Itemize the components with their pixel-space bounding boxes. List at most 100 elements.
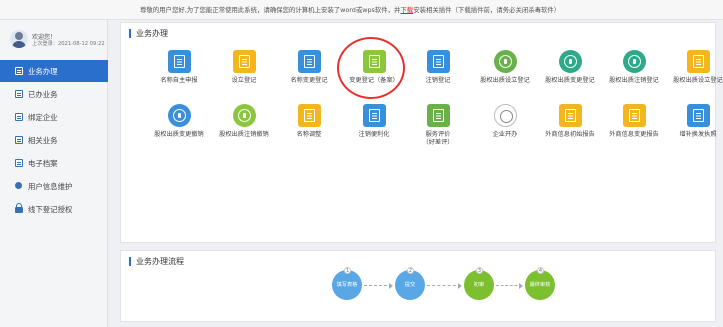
form-edit-icon [297,50,321,73]
doc-icon [15,67,23,75]
tile-label: 外商信息初始报告 [545,131,595,138]
flow-step: 2 提交 [395,267,425,300]
tile-label: 注销便利化 [358,131,390,138]
tile-label: 名称调整 [296,131,322,138]
tile-label: 股权出质变更登记 [545,77,595,84]
doc-icon [15,113,23,121]
flow-arrow [364,282,393,289]
list-icon [686,50,710,73]
business-tile[interactable]: 股权出质变更登记 [535,50,605,102]
business-tile[interactable]: 注销登记 [403,50,473,102]
business-tile[interactable]: 名称调整 [274,104,344,156]
license-icon [686,104,710,127]
sidebar-item-label: 业务办理 [28,66,58,76]
step-label: 提交 [404,282,416,288]
flow-arrow [427,282,462,289]
sidebar-item-label: 用户信息维护 [28,181,73,191]
step-label: 最终审核 [529,282,551,288]
doc-icon [362,104,386,127]
report-icon [622,104,646,127]
business-tile[interactable]: 股权出质设立登记 [470,50,540,102]
tile-label: 名称变更登记 [290,77,328,84]
sidebar-item-related[interactable]: 相关业务 [0,129,108,151]
cancel-icon [232,104,256,127]
sidebar-item-bind-company[interactable]: 绑定企业 [0,106,108,128]
shield-icon [167,104,191,127]
tile-label: 外商信息变更报告 [609,131,659,138]
notice-before: 尊敬的用户您好,为了您能正常使用此系统，请确保您的计算机上安装了word或wps… [140,6,401,14]
notice-text: 尊敬的用户您好,为了您能正常使用此系统，请确保您的计算机上安装了word或wps… [140,5,700,14]
business-tile[interactable]: 股权出质注销登记 [599,50,669,102]
pie-icon [493,50,517,73]
step-number: 2 [407,267,414,274]
pie-icon [622,50,646,73]
flow-step: 1 填写表格 [332,267,362,300]
lock-icon [15,203,23,213]
notice-after: 安装相关插件（下载插件前，请务必关闭杀毒软件） [413,6,561,14]
business-tile[interactable]: 股权出质设立登记 [663,50,723,102]
highlight-circle [337,37,405,99]
tile-label: 名称自主申报 [160,77,198,84]
sidebar-item-offline-auth[interactable]: 线下登记授权 [0,198,108,220]
sidebar-item-done[interactable]: 已办业务 [0,83,108,105]
section-title: 业务办理流程 [129,257,184,266]
doc-edit-icon [426,50,450,73]
business-tile[interactable]: 外商信息初始报告 [535,104,605,156]
sidebar-item-archive[interactable]: 电子档案 [0,152,108,174]
tile-label: 股权出质注销撤销 [219,131,269,138]
step-number: 3 [476,267,483,274]
divide-icon [493,104,517,127]
step-label: 填写表格 [336,282,358,288]
star-icon [426,104,450,127]
tile-sublabel: （好差评） [422,139,454,146]
sidebar-item-label: 电子档案 [28,158,58,168]
business-tile[interactable]: 名称变更登记 [274,50,344,102]
business-tile[interactable]: 服务评价 （好差评） [403,104,473,156]
doc-icon [15,90,23,98]
download-link[interactable]: 下载 [400,6,413,14]
flow-arrow [496,282,523,289]
tile-label: 股权出质注销登记 [609,77,659,84]
last-login-text: 上次登录：2021-08-12 09:22 [32,41,105,47]
avatar [10,30,28,48]
doc-icon [15,136,23,144]
sidebar-item-label: 线下登记授权 [28,204,73,214]
sidebar-menu: 业务办理 已办业务 绑定企业 相关业务 电子档案 用户信息维护 线下登记授权 [0,60,108,221]
step-number: 1 [344,267,351,274]
tile-label: 股权出质变更撤销 [154,131,204,138]
tile-label: 增补换发执照 [679,131,717,138]
business-tile[interactable]: 注销便利化 [339,104,409,156]
flow-step: 4 最终审核 [525,267,555,300]
tile-label: 企业开办 [492,131,518,138]
sidebar: 欢迎您！ 上次登录：2021-08-12 09:22 业务办理 已办业务 绑定企… [0,20,108,327]
tile-label: 注销登记 [425,77,451,84]
top-notice-bar: 尊敬的用户您好,为了您能正常使用此系统，请确保您的计算机上安装了word或wps… [0,0,723,20]
business-tile[interactable]: 企业开办 [470,104,540,156]
business-tile[interactable]: 设立登记 [209,50,279,102]
step-label: 初审 [473,282,485,288]
doc-icon [15,159,23,167]
business-tile[interactable]: 股权出质注销撤销 [209,104,279,156]
form-icon [297,104,321,127]
business-tile[interactable]: 股权出质变更撤销 [144,104,214,156]
user-icon [15,182,22,189]
sidebar-item-user-info[interactable]: 用户信息维护 [0,175,108,197]
pie-icon [558,50,582,73]
sidebar-item-label: 相关业务 [28,135,58,145]
building-icon [167,50,191,73]
report-icon [558,104,582,127]
business-tile[interactable]: 外商信息变更报告 [599,104,669,156]
business-tile[interactable]: 名称自主申报 [144,50,214,102]
sidebar-item-business[interactable]: 业务办理 [0,60,108,82]
tile-label: 股权出质设立登记 [480,77,530,84]
sidebar-item-label: 绑定企业 [28,112,58,122]
flow-step: 3 初审 [464,267,494,300]
user-info: 欢迎您！ 上次登录：2021-08-12 09:22 [0,20,108,58]
tile-label: 服务评价 [425,131,451,138]
step-number: 4 [537,267,544,274]
business-tile[interactable]: 增补换发执照 [663,104,723,156]
sidebar-item-label: 已办业务 [28,89,58,99]
tile-label: 设立登记 [231,77,257,84]
form-icon [232,50,256,73]
tile-label: 股权出质设立登记 [673,77,723,84]
